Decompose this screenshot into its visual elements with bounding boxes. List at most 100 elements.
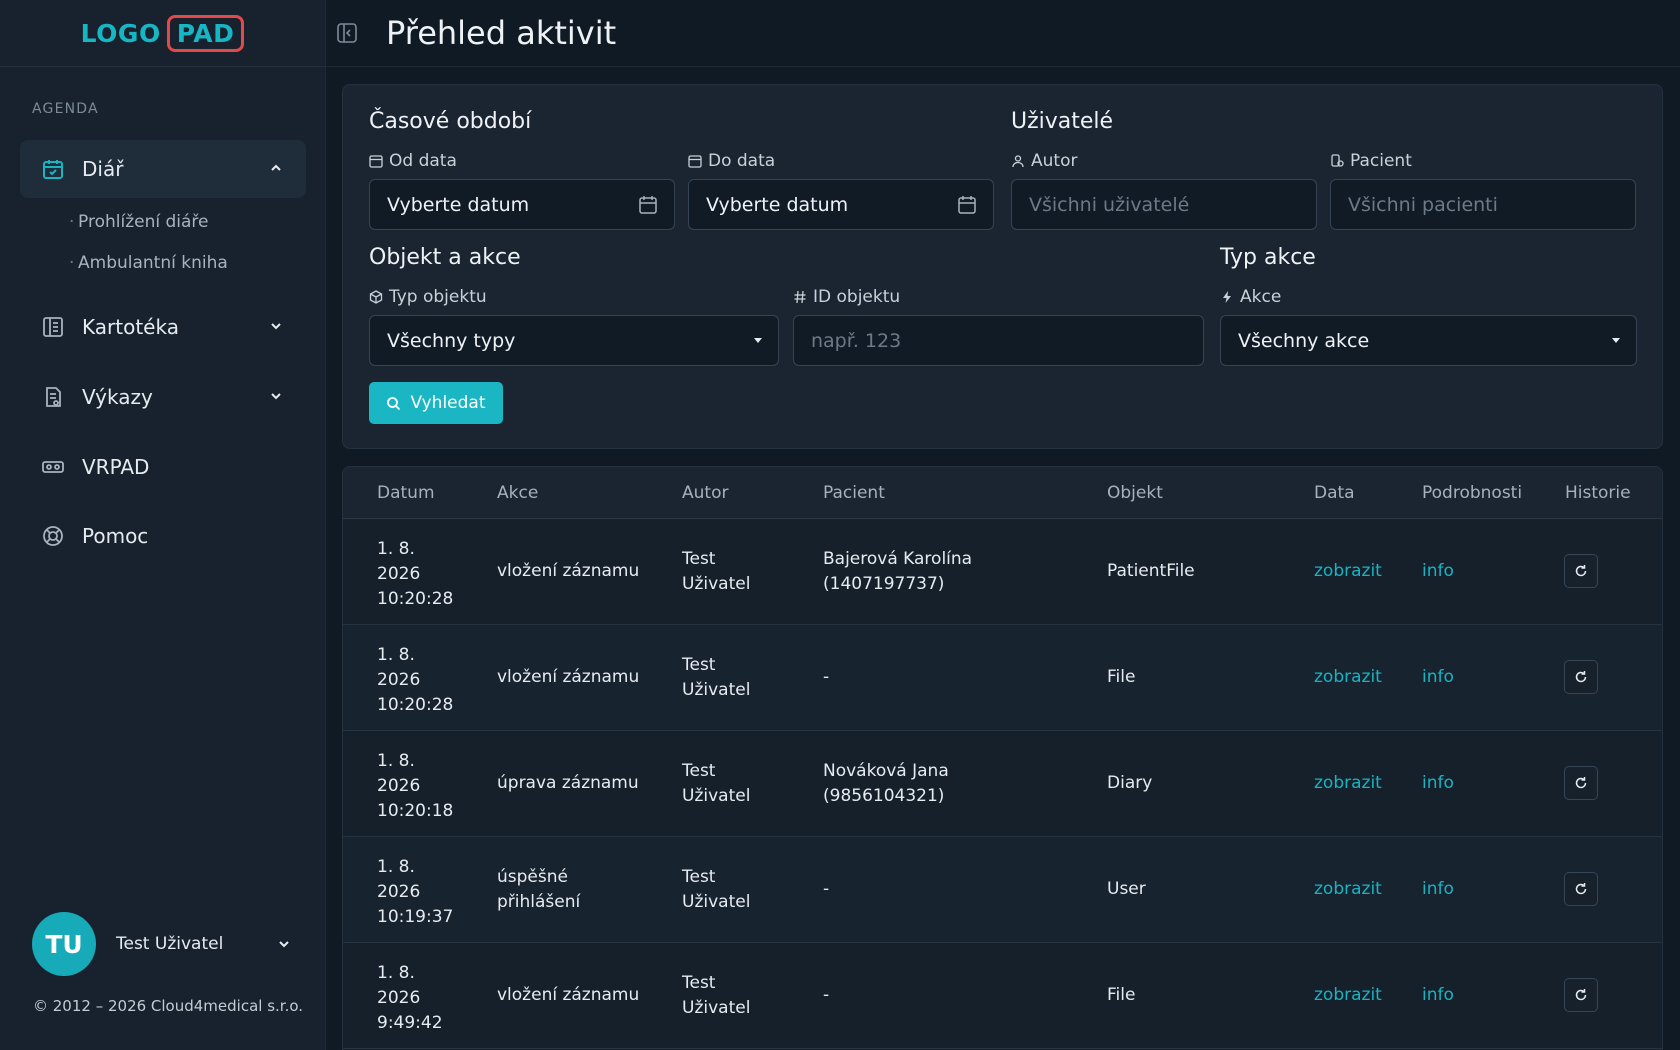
chevron-down-icon: [279, 941, 289, 948]
author-cell: Test Uživatel: [682, 761, 751, 806]
object-type-label: Typ objektu: [369, 287, 487, 307]
patient-cell: -: [823, 985, 830, 1005]
action-cell: vložení záznamu: [497, 667, 640, 687]
action-cell: úspěšné přihlášení: [497, 867, 581, 912]
action-label: Akce: [1220, 287, 1281, 307]
from-date-label: Od data: [369, 151, 457, 171]
calendar-icon: [688, 155, 702, 168]
file-cabinet-icon: [41, 315, 65, 339]
top-header: Přehled aktivit: [326, 0, 1680, 67]
user-name: Test Uživatel: [116, 934, 224, 954]
search-button[interactable]: Vyhledat: [369, 382, 503, 424]
cube-icon: [369, 290, 383, 304]
action-cell: vložení záznamu: [497, 561, 640, 581]
history-button[interactable]: [1564, 554, 1598, 588]
table-row: 1. 8. 2026 10:20:18 úprava záznamu Test …: [343, 731, 1662, 837]
author-cell: Test Uživatel: [682, 549, 751, 594]
chevron-down-icon: [271, 393, 281, 400]
sidebar-item-label: Výkazy: [82, 385, 153, 409]
details-link[interactable]: info: [1422, 559, 1454, 584]
author-cell: Test Uživatel: [682, 655, 751, 700]
data-link[interactable]: zobrazit: [1314, 983, 1382, 1008]
action-select[interactable]: Všechny akce: [1220, 315, 1637, 366]
date-cell: 1. 8. 2026 10:20:18: [377, 751, 454, 821]
copyright: © 2012 – 2026 Cloud4medical s.r.o.: [33, 997, 304, 1015]
period-group-title: Časové období: [369, 109, 532, 134]
calendar-icon[interactable]: [957, 195, 977, 215]
vr-headset-icon: [41, 455, 65, 479]
patient-cell: -: [823, 667, 830, 687]
caret-down-icon: [754, 338, 762, 343]
patient-input[interactable]: Všichni pacienti: [1330, 179, 1636, 230]
object-id-input[interactable]: např. 123: [793, 315, 1204, 366]
data-link[interactable]: zobrazit: [1314, 771, 1382, 796]
patient-cell: Bajerová Karolína (1407197737): [823, 549, 973, 594]
page-title: Přehled aktivit: [386, 14, 617, 52]
details-link[interactable]: info: [1422, 983, 1454, 1008]
patient-cell: Nováková Jana (9856104321): [823, 761, 949, 806]
history-button[interactable]: [1564, 660, 1598, 694]
data-link[interactable]: zobrazit: [1314, 559, 1382, 584]
action-type-group-title: Typ akce: [1220, 245, 1316, 270]
report-icon: [41, 385, 65, 409]
history-button[interactable]: [1564, 872, 1598, 906]
sidebar-item-kartoteka[interactable]: Kartotéka: [20, 298, 306, 356]
table-row: 1. 8. 2026 10:20:28 vložení záznamu Test…: [343, 519, 1662, 625]
patient-label: Pacient: [1330, 151, 1412, 171]
activity-table: Datum Akce Autor Pacient Objekt Data Pod…: [342, 466, 1663, 1050]
author-label: Autor: [1011, 151, 1077, 171]
data-link[interactable]: zobrazit: [1314, 877, 1382, 902]
logo-text-right: PAD: [166, 14, 245, 52]
history-button[interactable]: [1564, 978, 1598, 1012]
object-type-select[interactable]: Všechny typy: [369, 315, 779, 366]
column-header-data[interactable]: Data: [1314, 483, 1355, 503]
user-menu[interactable]: TU Test Uživatel: [32, 912, 292, 976]
sidebar-item-vrpad[interactable]: VRPAD: [20, 438, 306, 496]
column-header-objekt[interactable]: Objekt: [1107, 483, 1163, 503]
avatar: TU: [32, 912, 96, 976]
refresh-icon: [1575, 777, 1587, 789]
sidebar-subitem-ambulantni-kniha[interactable]: Ambulantní kniha: [69, 253, 228, 273]
filter-panel: Časové období Uživatelé Od data Vyberte …: [342, 84, 1663, 449]
column-header-podrobnosti[interactable]: Podrobnosti: [1422, 483, 1522, 503]
patient-cell: -: [823, 879, 830, 899]
logo-area: LOGO PAD: [0, 0, 325, 67]
sidebar-collapse-icon[interactable]: [336, 22, 358, 44]
data-link[interactable]: zobrazit: [1314, 665, 1382, 690]
sidebar-item-pomoc[interactable]: Pomoc: [20, 507, 306, 565]
to-date-label: Do data: [688, 151, 775, 171]
sidebar-item-label: Diář: [82, 157, 124, 181]
user-icon: [1012, 155, 1024, 168]
column-header-datum[interactable]: Datum: [377, 483, 435, 503]
history-button[interactable]: [1564, 766, 1598, 800]
object-group-title: Objekt a akce: [369, 245, 521, 270]
action-cell: úprava záznamu: [497, 773, 639, 793]
date-cell: 1. 8. 2026 9:49:42: [377, 963, 443, 1033]
author-input[interactable]: Všichni uživatelé: [1011, 179, 1317, 230]
object-cell: File: [1107, 985, 1136, 1005]
column-header-akce[interactable]: Akce: [497, 483, 538, 503]
column-header-historie[interactable]: Historie: [1565, 483, 1631, 503]
table-row: 1. 8. 2026 9:49:42 vložení záznamu Test …: [343, 943, 1662, 1049]
column-header-autor[interactable]: Autor: [682, 483, 728, 503]
from-date-input[interactable]: Vyberte datum: [369, 179, 675, 230]
to-date-input[interactable]: Vyberte datum: [688, 179, 994, 230]
search-icon: [387, 396, 401, 410]
calendar-check-icon: [41, 157, 65, 181]
sidebar-item-vykazy[interactable]: Výkazy: [20, 368, 306, 426]
column-header-pacient[interactable]: Pacient: [823, 483, 885, 503]
details-link[interactable]: info: [1422, 771, 1454, 796]
lightning-icon: [1223, 291, 1231, 303]
author-cell: Test Uživatel: [682, 867, 751, 912]
calendar-icon: [369, 155, 383, 168]
table-body: 1. 8. 2026 10:20:28 vložení záznamu Test…: [343, 519, 1662, 1049]
sidebar-item-diar[interactable]: Diář: [20, 140, 306, 198]
details-link[interactable]: info: [1422, 877, 1454, 902]
sidebar-subitem-prohlizeni[interactable]: Prohlížení diáře: [69, 212, 209, 232]
table-row: 1. 8. 2026 10:19:37 úspěšné přihlášení T…: [343, 837, 1662, 943]
chevron-down-icon: [271, 323, 281, 330]
patient-icon: [1331, 154, 1344, 167]
details-link[interactable]: info: [1422, 665, 1454, 690]
calendar-icon[interactable]: [638, 195, 658, 215]
logo[interactable]: LOGO PAD: [81, 14, 245, 52]
